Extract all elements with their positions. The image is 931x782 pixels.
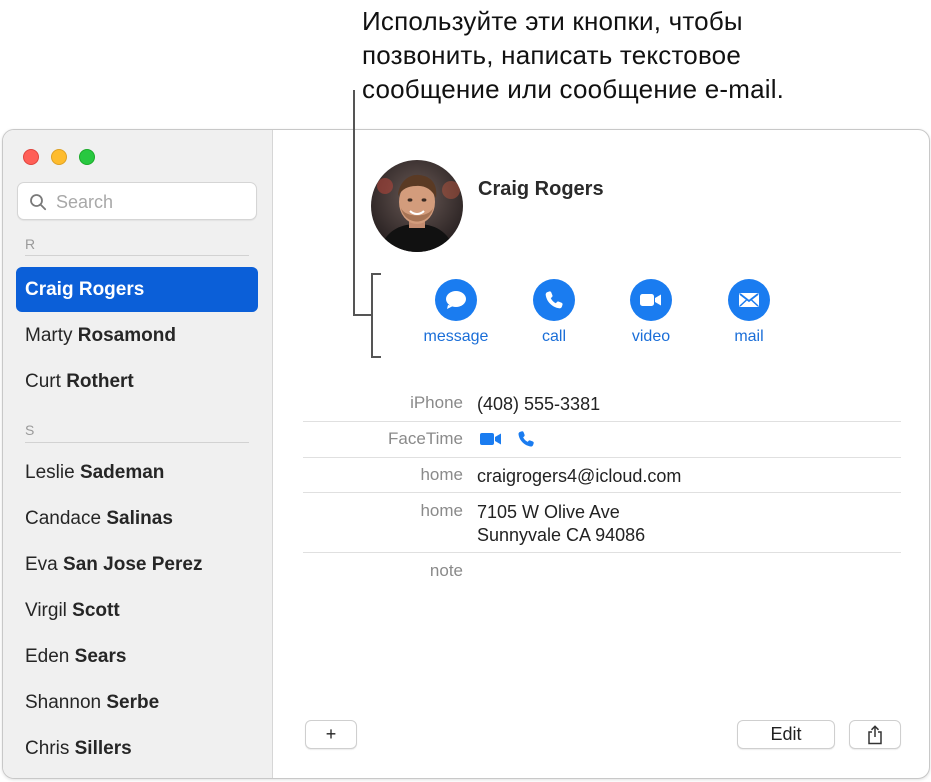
section-header-r: R: [25, 236, 36, 252]
contact-first-name: Curt: [25, 371, 61, 392]
video-label: video: [631, 328, 671, 345]
contact-item[interactable]: Leslie Sademan: [16, 450, 258, 495]
field-divider: [303, 492, 901, 493]
contact-item[interactable]: Marty Rosamond: [16, 313, 258, 358]
facetime-field-label: FaceTime: [388, 429, 463, 448]
callout-line-2: позвонить, написать текстовое: [362, 40, 741, 70]
callout-line-1: Используйте эти кнопки, чтобы: [362, 6, 743, 36]
contact-first-name: Virgil: [25, 600, 67, 621]
contact-item[interactable]: Chris Sillers: [16, 726, 258, 771]
contact-first-name: Craig: [25, 279, 74, 300]
address-line-1[interactable]: 7105 W Olive Ave: [477, 500, 620, 524]
contact-first-name: Chris: [25, 738, 70, 759]
field-divider: [303, 457, 901, 458]
message-button[interactable]: message: [411, 279, 501, 346]
callout-text: Используйте эти кнопки, чтобы позвонить,…: [362, 4, 784, 106]
contacts-sidebar: R Craig Rogers Marty Rosamond Curt Rothe…: [3, 130, 273, 778]
message-label: message: [423, 328, 489, 345]
section-header-s: S: [25, 422, 35, 438]
email-field-label: home: [420, 465, 463, 484]
contact-photo: [371, 160, 463, 252]
callout-bracket: [371, 273, 381, 358]
mail-button[interactable]: mail: [704, 279, 794, 346]
call-button[interactable]: call: [509, 279, 599, 346]
contact-item[interactable]: Virgil Scott: [16, 588, 258, 633]
facetime-audio-icon[interactable]: [517, 430, 535, 448]
minimize-window-button[interactable]: [51, 149, 67, 165]
contact-item[interactable]: Eva San Jose Perez: [16, 542, 258, 587]
search-field[interactable]: [17, 182, 257, 220]
contact-first-name: Eva: [25, 554, 58, 575]
contact-last-name: Salinas: [106, 508, 173, 529]
contact-first-name: Candace: [25, 508, 102, 529]
callout-leader-line: [353, 314, 373, 316]
address-field-label: home: [420, 501, 463, 520]
contact-item[interactable]: Curt Rothert: [16, 359, 258, 404]
contact-avatar[interactable]: [371, 160, 463, 252]
contact-detail-pane: Craig Rogers message call video mail iPh…: [274, 130, 929, 778]
contact-first-name: Eden: [25, 646, 70, 667]
video-camera-icon: [630, 279, 672, 321]
contact-first-name: Shannon: [25, 692, 102, 713]
zoom-window-button[interactable]: [79, 149, 95, 165]
share-button[interactable]: [849, 720, 901, 749]
contact-last-name: Sademan: [79, 462, 165, 483]
contact-item[interactable]: Craig Rogers: [16, 267, 258, 312]
contact-last-name: Serbe: [106, 692, 160, 713]
add-field-button[interactable]: +: [305, 720, 357, 749]
field-divider: [303, 421, 901, 422]
edit-button[interactable]: Edit: [737, 720, 835, 749]
message-bubble-icon: [435, 279, 477, 321]
phone-field-label: iPhone: [410, 393, 463, 412]
note-value[interactable]: [477, 560, 777, 584]
envelope-icon: [728, 279, 770, 321]
contact-last-name: San Jose Perez: [63, 554, 203, 575]
search-icon: [30, 194, 47, 211]
phone-icon: [533, 279, 575, 321]
contact-last-name: Rosamond: [77, 325, 176, 346]
share-icon: [868, 724, 882, 744]
contact-name: Craig Rogers: [478, 178, 604, 200]
section-divider: [25, 442, 249, 443]
phone-number[interactable]: (408) 555-3381: [477, 392, 600, 416]
address-line-2[interactable]: Sunnyvale CA 94086: [477, 523, 645, 547]
section-divider: [25, 255, 249, 256]
mail-label: mail: [734, 328, 764, 345]
contacts-window: R Craig Rogers Marty Rosamond Curt Rothe…: [2, 129, 930, 779]
callout-line-3: сообщение или сообщение e-mail.: [362, 74, 785, 104]
contact-last-name: Rothert: [66, 371, 134, 392]
callout-leader-line: [353, 90, 355, 315]
facetime-video-icon[interactable]: [479, 431, 503, 447]
contact-last-name: Scott: [72, 600, 120, 621]
contact-last-name: Sears: [74, 646, 127, 667]
search-input[interactable]: [56, 189, 251, 215]
contact-item[interactable]: Candace Salinas: [16, 496, 258, 541]
contact-item[interactable]: Shannon Serbe: [16, 680, 258, 725]
contact-last-name: Sillers: [74, 738, 132, 759]
call-label: call: [541, 328, 566, 345]
facetime-actions: [479, 430, 535, 448]
contact-item[interactable]: Eden Sears: [16, 634, 258, 679]
note-field-label: note: [429, 561, 463, 580]
close-window-button[interactable]: [23, 149, 39, 165]
email-address[interactable]: craigrogers4@icloud.com: [477, 464, 681, 488]
video-button[interactable]: video: [606, 279, 696, 346]
field-divider: [303, 552, 901, 553]
contact-first-name: Marty: [25, 325, 73, 346]
contact-first-name: Leslie: [25, 462, 75, 483]
contact-last-name: Rogers: [78, 279, 145, 300]
